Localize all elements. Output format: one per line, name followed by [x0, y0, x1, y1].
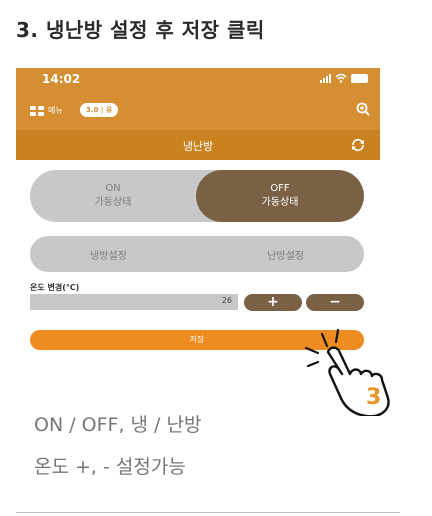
callout-number: 3: [366, 385, 381, 410]
status-time: 14:02: [42, 72, 81, 86]
refresh-icon[interactable]: [350, 137, 366, 153]
mode-selector: 냉방설정 난방설정: [30, 236, 364, 272]
screen-title-bar: 냉난방: [16, 130, 380, 160]
power-off-option[interactable]: OFF 가동상태: [196, 170, 364, 222]
power-on-option[interactable]: ON 가동상태: [30, 170, 196, 222]
power-on-label: ON: [105, 183, 121, 194]
power-toggle: ON 가동상태 OFF 가동상태: [30, 170, 364, 222]
zoom-in-icon[interactable]: [356, 102, 370, 116]
description-line-2: 온도 +, - 설정가능: [34, 456, 186, 478]
heating-setting-button[interactable]: 난방설정: [267, 247, 304, 262]
menu-bar: 메뉴 3.0 | 유: [16, 90, 380, 130]
temperature-decrease-button[interactable]: −: [306, 294, 364, 311]
description-line-1: ON / OFF, 냉 / 난방: [34, 414, 202, 436]
divider: [16, 512, 400, 513]
status-bar: 14:02: [16, 68, 380, 90]
cooling-setting-button[interactable]: 냉방설정: [90, 247, 127, 262]
version-badge: 3.0 | 유: [80, 103, 119, 117]
temperature-label: 온도 변경(℃): [30, 283, 80, 292]
phone-screen: 14:02 메뉴 3.0 | 유 냉난방 ON 가동상태 OFF 가동상태 냉방…: [16, 68, 380, 366]
temperature-value: 26: [221, 296, 232, 305]
signal-icon: [320, 73, 331, 83]
power-off-label: OFF: [270, 183, 290, 194]
screen-title: 냉난방: [182, 140, 214, 153]
menu-grid-icon[interactable]: [30, 106, 44, 116]
temperature-field[interactable]: 26: [30, 294, 238, 310]
battery-icon: [351, 73, 368, 83]
temperature-increase-button[interactable]: +: [244, 294, 302, 311]
status-icons: [320, 73, 368, 83]
power-off-status: 가동상태: [261, 197, 299, 208]
power-on-status: 가동상태: [94, 197, 132, 208]
tap-hand-icon: 3: [304, 328, 390, 416]
step-title: 3. 냉난방 설정 후 저장 클릭: [16, 18, 265, 42]
menu-label[interactable]: 메뉴: [48, 105, 63, 116]
wifi-icon: [335, 73, 347, 83]
